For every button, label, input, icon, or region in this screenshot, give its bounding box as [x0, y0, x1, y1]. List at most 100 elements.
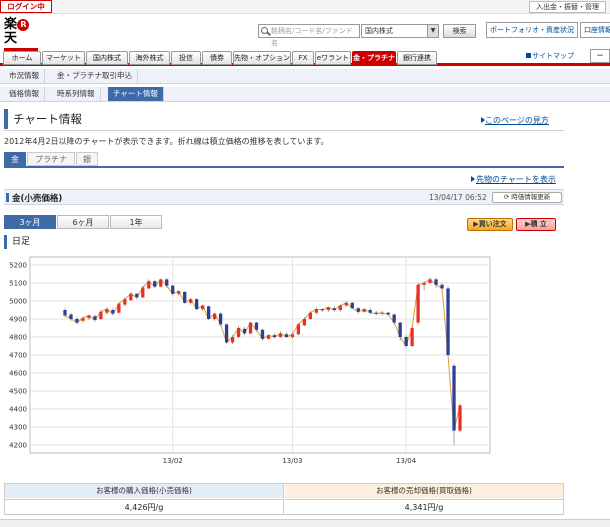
candle-down [404, 337, 408, 346]
candle-down [350, 302, 354, 309]
accumulate-label: 積 立 [530, 220, 547, 228]
candle-down [356, 308, 360, 312]
candle-down [320, 309, 324, 311]
candle-up [147, 281, 151, 289]
candle-down [332, 308, 336, 310]
portfolio-tab[interactable]: ポートフォリオ・資産状況 [486, 22, 578, 38]
candle-down [171, 285, 175, 294]
nav-bank-link[interactable]: 銀行連携 [397, 51, 437, 65]
refresh-price-button[interactable]: ⟳ 時価情報更新 [492, 192, 562, 203]
candle-up [338, 305, 342, 310]
futures-chart-link[interactable]: 先物のチャートを表示 [476, 174, 556, 185]
candle-down [284, 334, 289, 337]
account-info-tab[interactable]: 口座情報 [580, 22, 610, 38]
main-nav: ホーム マーケット 国内株式 海外株式 投信 債券 先物・オプション FX eワ… [0, 51, 610, 66]
logo-text-1: 楽 [4, 17, 17, 32]
nav-futures-options[interactable]: 先物・オプション [233, 51, 291, 65]
candle-up [266, 335, 271, 339]
nav-domestic-stocks[interactable]: 国内株式 [86, 51, 128, 65]
logo-r-icon: R [17, 19, 30, 31]
candle-down [218, 313, 223, 325]
nav-foreign-stocks[interactable]: 海外株式 [129, 51, 170, 65]
candle-down [386, 312, 390, 315]
tab-3-months[interactable]: 3ヶ月 [4, 215, 56, 229]
candle-down [206, 306, 211, 319]
candle-down [368, 310, 372, 313]
candle-up [380, 312, 384, 314]
nav-fx[interactable]: FX [292, 51, 314, 65]
subnav-timeseries-info[interactable]: 時系列情報 [52, 87, 101, 101]
y-tick-label: 5200 [9, 262, 27, 270]
candle-up [201, 305, 205, 310]
search-button[interactable]: 検索 [443, 24, 476, 38]
candle-up [308, 312, 313, 319]
price-timestamp: 13/04/17 06:52 [429, 193, 487, 202]
login-status-button[interactable]: ログイン中 [0, 0, 52, 13]
tab-gold[interactable]: 金 [4, 152, 26, 166]
candle-down [440, 284, 444, 289]
y-tick-label: 4900 [9, 316, 27, 324]
candle-up [177, 291, 181, 294]
candle-up [416, 284, 420, 323]
page-title: チャート情報 [4, 109, 354, 129]
product-name: 金(小売価格) [12, 194, 63, 204]
buy-order-button[interactable]: ▶買い注文 [467, 218, 513, 231]
rakuten-logo[interactable]: 楽 R天 [4, 17, 38, 54]
search-input[interactable]: 銘柄名/コード名/ファンド名 [258, 24, 360, 47]
y-tick-label: 4500 [9, 388, 27, 396]
minimize-button[interactable]: − [590, 49, 610, 63]
subnav-market-info[interactable]: 市況情報 [4, 69, 45, 83]
subnav-chart-info[interactable]: チャート情報 [108, 87, 164, 101]
nav-funds[interactable]: 投信 [171, 51, 201, 65]
candle-up [458, 405, 462, 431]
subnav-price-info[interactable]: 価格情報 [4, 87, 45, 101]
nav-ewarrant[interactable]: eワラント [315, 51, 351, 65]
sell-price-header: お客様の売却価格(買取価格) [285, 484, 563, 498]
candle-up [410, 328, 414, 346]
candle-down [165, 279, 169, 286]
tab-platinum[interactable]: プラチナ [27, 152, 75, 166]
tab-silver[interactable]: 銀 [76, 152, 98, 166]
candle-down [374, 312, 378, 314]
candle-up [230, 337, 235, 343]
chevron-down-icon: ▼ [427, 25, 438, 37]
market-select[interactable]: 国内株式 ▼ [361, 24, 439, 38]
sell-price-value: 4,341円/g [285, 499, 563, 514]
nav-gold-platinum[interactable]: 金・プラチナ [352, 51, 396, 65]
page-description: 2012年4月2日以降のチャートが表示できます。折れ線は積立価格の推移を表してい… [4, 137, 329, 146]
candle-down [452, 365, 456, 431]
candle-up [99, 311, 103, 319]
candle-up [362, 309, 366, 312]
y-tick-label: 4700 [9, 352, 27, 360]
nav-bonds[interactable]: 債券 [202, 51, 232, 65]
nav-home[interactable]: ホーム [3, 51, 41, 65]
subnav-gold-application[interactable]: 金・プラチナ取引申込 [52, 69, 138, 83]
x-tick-label: 13/03 [282, 457, 302, 465]
sitemap-link[interactable]: サイトマップ [532, 51, 574, 61]
y-tick-label: 5000 [9, 298, 27, 306]
tab-1-year[interactable]: 1年 [110, 215, 162, 229]
candle-down [224, 324, 229, 343]
title-divider [4, 130, 564, 131]
deposit-withdrawal-link[interactable]: 入出金・振替・管理 [529, 1, 606, 13]
horizontal-scrollbar[interactable] [0, 519, 610, 527]
candle-up [428, 279, 432, 283]
help-link[interactable]: このページの見方 [485, 115, 549, 126]
x-tick-label: 13/02 [163, 457, 183, 465]
candle-up [422, 283, 426, 285]
accumulate-button[interactable]: ▶積 立 [516, 218, 556, 231]
candle-up [141, 287, 145, 298]
buy-price-value: 4,426円/g [5, 499, 284, 514]
candle-up [159, 279, 163, 287]
sitemap-icon [526, 53, 531, 58]
candlestick-chart: 4200 4300 4400 4500 4600 4700 4800 4900 5000 5100… [9, 256, 491, 465]
nav-market[interactable]: マーケット [42, 51, 85, 65]
candle-down [398, 322, 402, 337]
candle-down [260, 329, 265, 339]
candle-up [344, 302, 348, 306]
candle-up [105, 309, 109, 313]
tab-6-months[interactable]: 6ヶ月 [57, 215, 109, 229]
y-tick-label: 4800 [9, 334, 27, 342]
candle-up [314, 309, 319, 313]
candle-up [326, 307, 330, 310]
